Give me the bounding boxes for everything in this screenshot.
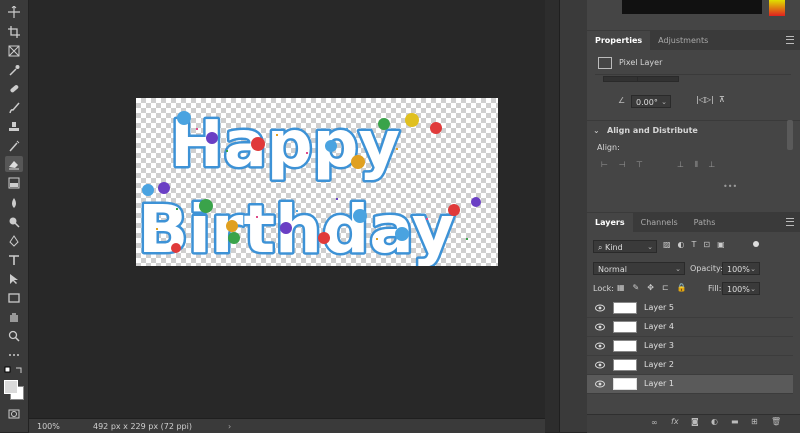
align-section-title[interactable]: Align and Distribute bbox=[607, 126, 698, 135]
panel-gutter bbox=[545, 0, 559, 432]
fx-icon[interactable]: fx bbox=[671, 417, 679, 426]
new-layer-icon[interactable]: ⊞ bbox=[751, 417, 758, 426]
more-options-icon[interactable]: ••• bbox=[723, 182, 737, 191]
filter-toggle-icon[interactable] bbox=[753, 241, 759, 247]
layer-thumbnail bbox=[613, 302, 637, 314]
path-selection-icon[interactable] bbox=[5, 271, 23, 287]
rectangle-icon[interactable] bbox=[5, 290, 23, 306]
properties-tabs: Properties Adjustments bbox=[587, 30, 800, 50]
eraser-icon[interactable] bbox=[5, 156, 23, 172]
tools-panel bbox=[0, 0, 29, 432]
color-field[interactable] bbox=[622, 0, 762, 14]
foreground-color-swatch[interactable] bbox=[4, 380, 18, 394]
visibility-eye-icon[interactable] bbox=[595, 304, 605, 312]
blend-mode-dropdown[interactable]: Normal ⌄ bbox=[593, 262, 685, 275]
lock-icons[interactable]: ▦✎✥⊏🔒 bbox=[617, 283, 695, 292]
tab-adjustments[interactable]: Adjustments bbox=[650, 31, 716, 50]
layer-name: Layer 2 bbox=[644, 360, 674, 369]
fill-label: Fill: bbox=[708, 284, 722, 293]
tab-channels[interactable]: Channels bbox=[633, 213, 686, 232]
eyedropper-icon[interactable] bbox=[5, 62, 23, 78]
opacity-field[interactable]: 100% ⌄ bbox=[722, 262, 760, 275]
right-panels: Properties Adjustments Pixel Layer ∠ 0.0… bbox=[587, 0, 800, 433]
delete-layer-icon[interactable]: 🗑 bbox=[771, 417, 781, 426]
visibility-eye-icon[interactable] bbox=[595, 342, 605, 350]
pixel-layer-icon bbox=[598, 57, 612, 69]
color-spectrum[interactable] bbox=[769, 0, 785, 16]
layer-row[interactable]: Layer 5 bbox=[587, 299, 793, 318]
gradient-icon[interactable] bbox=[5, 175, 23, 191]
angle-field[interactable]: 0.00° ⌄ bbox=[631, 95, 671, 108]
layer-thumbnail bbox=[613, 321, 637, 333]
layer-name: Layer 1 bbox=[644, 379, 674, 388]
layer-name: Layer 3 bbox=[644, 341, 674, 350]
align-label: Align: bbox=[597, 143, 620, 152]
layer-thumbnail bbox=[613, 340, 637, 352]
status-arrow-icon[interactable]: › bbox=[228, 422, 231, 431]
filter-kind-dropdown[interactable]: ⌕ Kind ⌄ bbox=[593, 240, 657, 253]
birthday-text: Birthday bbox=[138, 191, 455, 266]
dodge-icon[interactable] bbox=[5, 214, 23, 230]
pen-icon[interactable] bbox=[5, 233, 23, 249]
happy-text: Happy bbox=[170, 108, 400, 182]
layer-row[interactable]: Layer 2 bbox=[587, 356, 793, 375]
flip-horizontal-icon[interactable]: |◁▷| bbox=[696, 95, 714, 104]
layer-filter-icons[interactable]: ▨◐T⊡▣ bbox=[663, 240, 732, 249]
lock-label: Lock: bbox=[593, 284, 614, 293]
layer-row[interactable]: Layer 3 bbox=[587, 337, 793, 356]
visibility-eye-icon[interactable] bbox=[595, 380, 605, 388]
properties-scrollbar[interactable] bbox=[787, 120, 793, 150]
brush-icon[interactable] bbox=[5, 100, 23, 116]
image-canvas[interactable]: Happy Birthday bbox=[136, 98, 498, 266]
tab-properties[interactable]: Properties bbox=[587, 31, 651, 50]
type-icon[interactable] bbox=[5, 252, 23, 268]
add-mask-icon[interactable]: ◙ bbox=[691, 417, 699, 426]
align-vertical-buttons[interactable]: ⊥ ⫴ ⊥ bbox=[677, 160, 719, 170]
align-section-chevron-icon[interactable]: ⌄ bbox=[593, 126, 600, 135]
link-layers-icon[interactable]: ∞ bbox=[651, 418, 658, 427]
document-info: 492 px x 229 px (72 ppi) bbox=[93, 421, 192, 431]
zoom-icon[interactable] bbox=[5, 328, 23, 344]
layers-tabs: Layers Channels Paths bbox=[587, 212, 800, 232]
opacity-label: Opacity: bbox=[690, 264, 723, 273]
visibility-eye-icon[interactable] bbox=[595, 361, 605, 369]
status-bar: 100% 492 px x 229 px (72 ppi) › bbox=[29, 418, 545, 433]
happy-birthday-artwork: Happy Birthday bbox=[136, 106, 481, 266]
layers-footer: ∞ fx ◙ ◐ ▬ ⊞ 🗑 bbox=[587, 414, 800, 433]
tab-layers[interactable]: Layers bbox=[587, 213, 633, 232]
layers-menu-icon[interactable] bbox=[786, 218, 794, 226]
layer-thumbnail bbox=[613, 378, 637, 390]
tab-paths[interactable]: Paths bbox=[686, 213, 724, 232]
zoom-level[interactable]: 100% bbox=[37, 422, 77, 431]
hand-icon[interactable] bbox=[5, 309, 23, 325]
properties-menu-icon[interactable] bbox=[786, 36, 794, 44]
layer-row[interactable]: Layer 4 bbox=[587, 318, 793, 337]
flip-vertical-icon[interactable]: ⊼ bbox=[719, 95, 725, 104]
blur-icon[interactable] bbox=[5, 195, 23, 211]
layer-name: Layer 5 bbox=[644, 303, 674, 312]
layer-type-label: Pixel Layer bbox=[619, 58, 663, 67]
layer-name: Layer 4 bbox=[644, 322, 674, 331]
collapsed-panel-strip bbox=[559, 0, 588, 432]
document-window[interactable]: Happy Birthday bbox=[29, 0, 545, 418]
healing-brush-icon[interactable] bbox=[5, 81, 23, 97]
crop-icon[interactable] bbox=[5, 24, 23, 40]
new-group-icon[interactable]: ▬ bbox=[731, 417, 739, 426]
move-tool-icon[interactable] bbox=[5, 4, 23, 20]
visibility-eye-icon[interactable] bbox=[595, 323, 605, 331]
layers-list: Layer 5 Layer 4 Layer 3 Layer 2 Layer 1 bbox=[587, 299, 793, 399]
adjustment-layer-icon[interactable]: ◐ bbox=[711, 417, 718, 426]
fill-field[interactable]: 100% ⌄ bbox=[722, 282, 760, 295]
default-colors-icon[interactable] bbox=[4, 366, 24, 376]
layer-row-selected[interactable]: Layer 1 bbox=[587, 375, 793, 394]
history-brush-icon[interactable] bbox=[5, 138, 23, 154]
clone-stamp-icon[interactable] bbox=[5, 119, 23, 135]
more-tools-icon[interactable] bbox=[5, 347, 23, 363]
layer-thumbnail bbox=[613, 359, 637, 371]
quick-mask-icon[interactable] bbox=[5, 406, 23, 422]
align-horizontal-buttons[interactable]: ⊢ ⊣ ⊤ bbox=[601, 160, 647, 169]
angle-icon: ∠ bbox=[618, 96, 626, 105]
frame-icon[interactable] bbox=[5, 43, 23, 59]
